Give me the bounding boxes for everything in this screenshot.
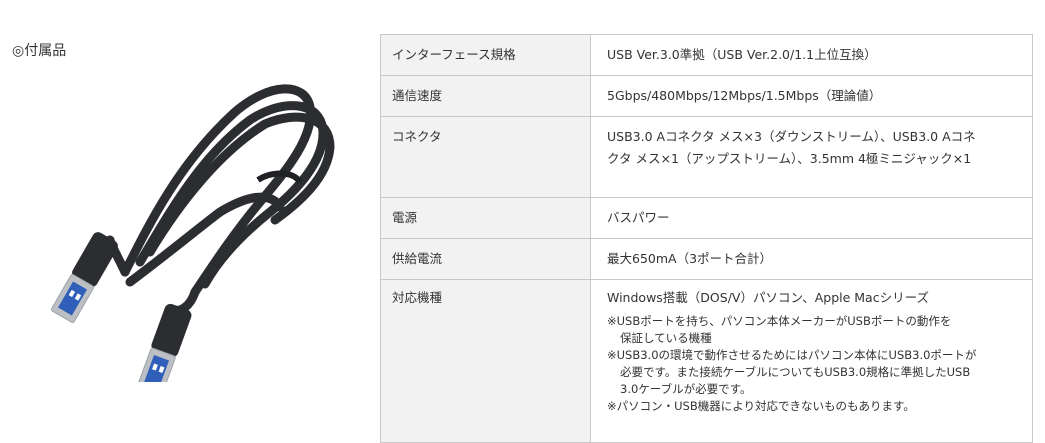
spec-value: バスパワー: [590, 197, 1033, 239]
spec-note: ※USB3.0の環境で動作させるためにはパソコン本体にUSB3.0ポートが 必要…: [607, 347, 1020, 398]
spec-key: 対応機種: [380, 279, 591, 443]
spec-row: 対応機種 Windows搭載（DOS/V）パソコン、Apple Macシリーズ …: [380, 279, 1033, 443]
spec-note-line: 保証している機種: [620, 331, 712, 345]
spec-row: コネクタ USB3.0 Aコネクタ メス×3（ダウンストリーム）、USB3.0 …: [380, 116, 1033, 198]
usb-plug-2: [137, 303, 192, 382]
spec-value: USB3.0 Aコネクタ メス×3（ダウンストリーム）、USB3.0 Aコネ ク…: [590, 116, 1033, 198]
spec-notes: ※USBポートを持ち、パソコン本体メーカーがUSBポートの動作を 保証している機…: [607, 313, 1020, 415]
accessory-label: ◎付属品: [12, 43, 67, 59]
spec-value: 最大650mA（3ポート合計）: [590, 238, 1033, 280]
spec-value-line: USB3.0 Aコネクタ メス×3（ダウンストリーム）、USB3.0 Aコネ: [607, 129, 976, 144]
spec-key: コネクタ: [380, 116, 591, 198]
spec-value: USB Ver.3.0準拠（USB Ver.2.0/1.1上位互換）: [590, 34, 1033, 76]
usb-plug-1: [50, 232, 118, 323]
spec-note: ※パソコン・USB機器により対応できないものもあります。: [607, 398, 1020, 415]
spec-row: 通信速度 5Gbps/480Mbps/12Mbps/1.5Mbps（理論値）: [380, 75, 1033, 117]
spec-value-main: Windows搭載（DOS/V）パソコン、Apple Macシリーズ: [607, 290, 929, 305]
spec-value: Windows搭載（DOS/V）パソコン、Apple Macシリーズ ※USBポ…: [590, 279, 1033, 443]
spec-key: 供給電流: [380, 238, 591, 280]
spec-note-line: ※パソコン・USB機器により対応できないものもあります。: [607, 399, 915, 413]
spec-row: 電源 バスパワー: [380, 197, 1033, 239]
spec-note: ※USBポートを持ち、パソコン本体メーカーがUSBポートの動作を 保証している機…: [607, 313, 1020, 347]
spec-value: 5Gbps/480Mbps/12Mbps/1.5Mbps（理論値）: [590, 75, 1033, 117]
spec-row: インターフェース規格 USB Ver.3.0準拠（USB Ver.2.0/1.1…: [380, 34, 1033, 76]
spec-row: 供給電流 最大650mA（3ポート合計）: [380, 238, 1033, 280]
spec-value-line: クタ メス×1（アップストリーム）、3.5mm 4極ミニジャック×1: [607, 151, 972, 166]
spec-key: インターフェース規格: [380, 34, 591, 76]
spec-note-line: 必要です。また接続ケーブルについてもUSB3.0規格に準拠したUSB: [620, 365, 971, 379]
spec-key: 通信速度: [380, 75, 591, 117]
spec-key: 電源: [380, 197, 591, 239]
usb-cable-image: [50, 84, 335, 382]
spec-note-line: 3.0ケーブルが必要です。: [620, 382, 752, 396]
spec-note-line: ※USBポートを持ち、パソコン本体メーカーがUSBポートの動作を: [607, 314, 952, 328]
spec-note-line: ※USB3.0の環境で動作させるためにはパソコン本体にUSB3.0ポートが: [607, 348, 977, 362]
spec-table: インターフェース規格 USB Ver.3.0準拠（USB Ver.2.0/1.1…: [380, 34, 1033, 443]
